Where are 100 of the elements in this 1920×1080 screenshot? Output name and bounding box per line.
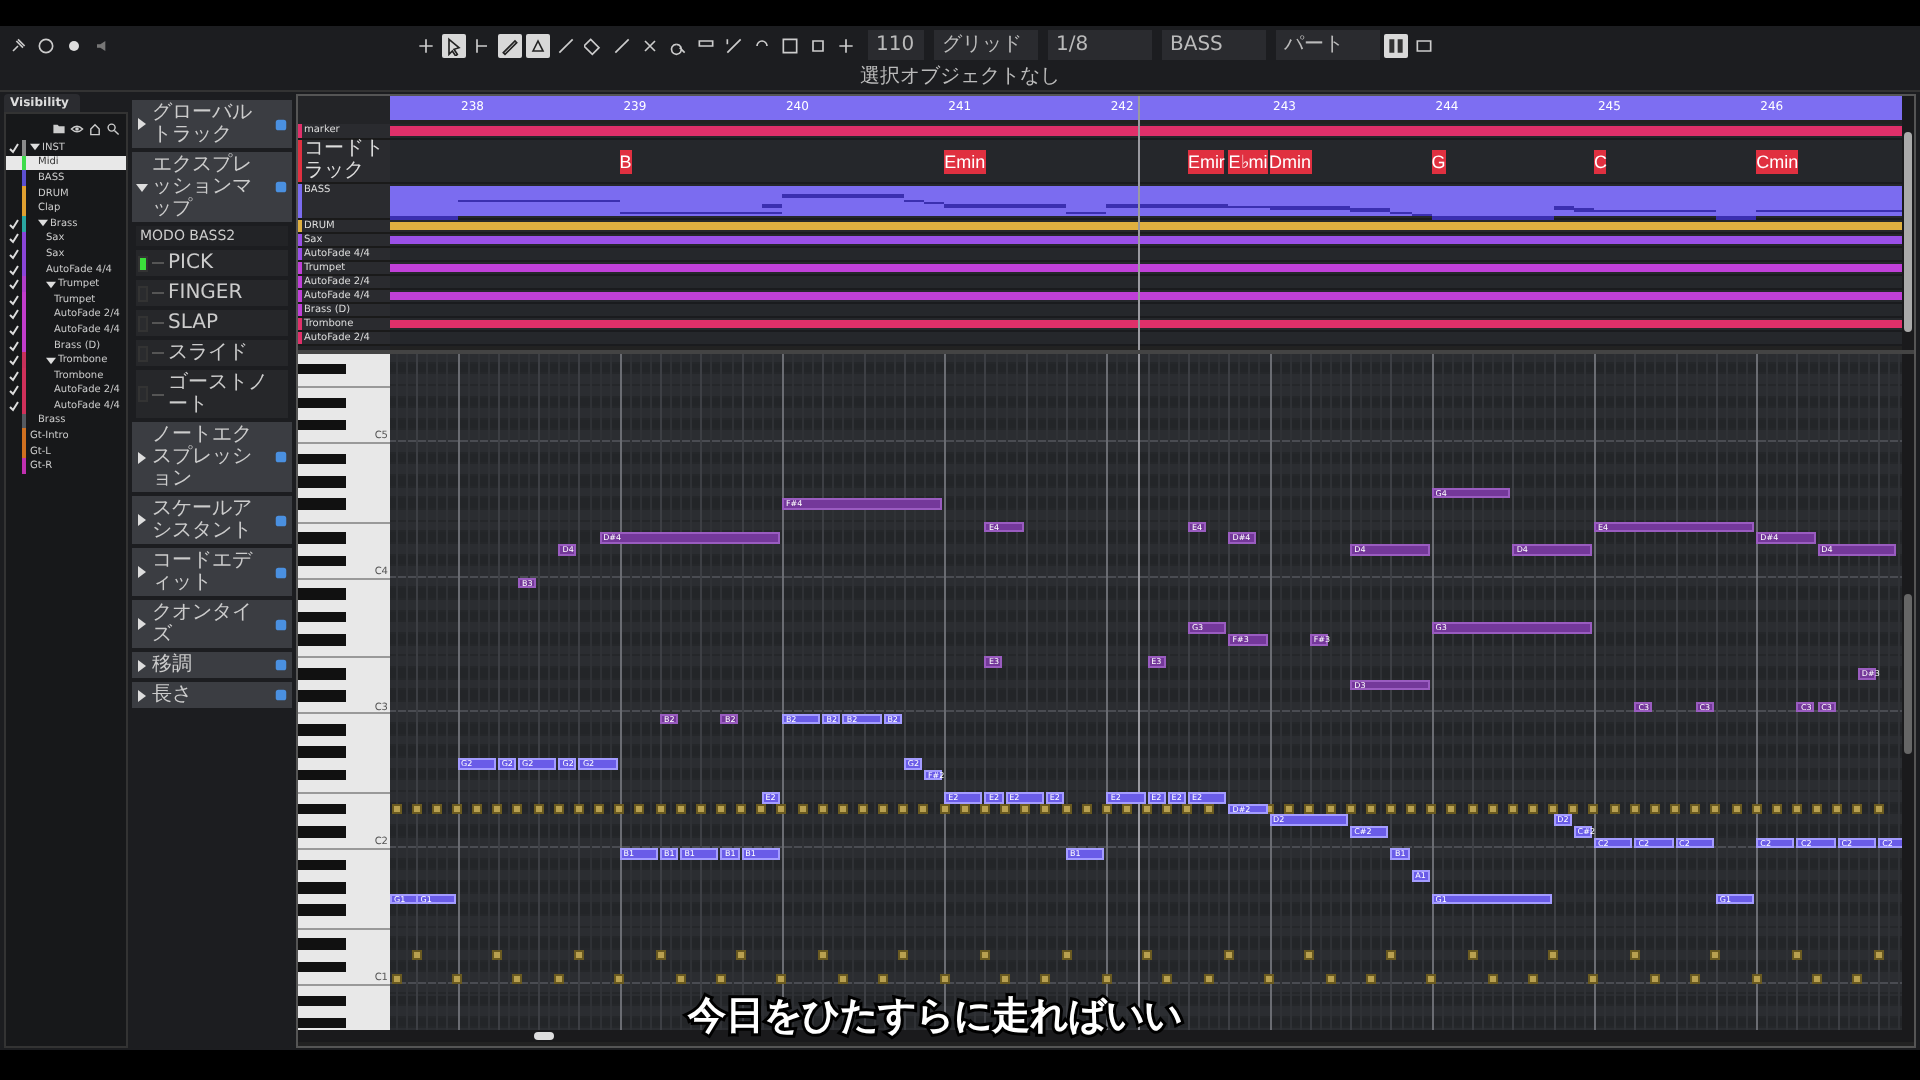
drum-hit[interactable] bbox=[675, 973, 686, 984]
piano-key[interactable] bbox=[298, 588, 346, 601]
expand-triangle-icon[interactable] bbox=[46, 355, 56, 366]
drum-hit[interactable] bbox=[1710, 950, 1721, 961]
inspector-section-header[interactable]: 長さ bbox=[132, 682, 292, 708]
inspector-section-header[interactable]: ノートエクスプレッション bbox=[132, 422, 292, 492]
articulation-row[interactable]: FINGER bbox=[136, 280, 288, 306]
search-icon[interactable] bbox=[106, 122, 120, 136]
tool-icon[interactable] bbox=[834, 33, 858, 57]
inspector-section-header[interactable]: エクスプレッションマップ bbox=[132, 152, 292, 222]
check-mark-icon[interactable] bbox=[8, 339, 20, 352]
drum-hit[interactable] bbox=[1223, 950, 1234, 961]
drum-hit[interactable] bbox=[1325, 973, 1335, 984]
check-mark-icon[interactable] bbox=[8, 247, 20, 260]
drum-hit[interactable] bbox=[1791, 950, 1802, 961]
quantize-dropdown[interactable]: 1/8 bbox=[1048, 30, 1152, 60]
drum-hit[interactable] bbox=[1101, 973, 1112, 984]
tool-icon[interactable] bbox=[526, 33, 550, 57]
piano-key[interactable] bbox=[298, 825, 346, 837]
check-mark-icon[interactable] bbox=[8, 278, 20, 291]
grid-type-dropdown[interactable]: グリッド bbox=[934, 30, 1038, 60]
drum-hit[interactable] bbox=[614, 973, 625, 984]
check-mark-icon[interactable] bbox=[8, 354, 20, 367]
drum-hit[interactable] bbox=[715, 973, 726, 984]
drum-hit[interactable] bbox=[1548, 950, 1559, 961]
tool-icon[interactable] bbox=[414, 33, 438, 57]
check-mark-icon[interactable] bbox=[8, 141, 20, 154]
eye-icon[interactable] bbox=[70, 122, 84, 136]
drum-hit[interactable] bbox=[391, 973, 402, 984]
inspector-section-header[interactable]: グローバルトラック bbox=[132, 100, 292, 148]
check-mark-icon[interactable] bbox=[8, 217, 20, 230]
piano-key[interactable] bbox=[298, 995, 346, 1007]
check-mark-icon[interactable] bbox=[8, 323, 20, 336]
drum-hit[interactable] bbox=[1751, 973, 1762, 984]
drum-hit[interactable] bbox=[573, 950, 584, 961]
drum-hit[interactable] bbox=[1487, 973, 1498, 984]
drum-hit[interactable] bbox=[1629, 950, 1640, 961]
piano-key[interactable] bbox=[298, 453, 346, 465]
piano-key[interactable] bbox=[298, 961, 346, 973]
inspector-section-header[interactable]: クオンタイズ bbox=[132, 600, 292, 648]
chord-event[interactable]: Dmin bbox=[1269, 150, 1312, 174]
drum-hit[interactable] bbox=[553, 973, 564, 984]
tool-icon[interactable] bbox=[722, 33, 746, 57]
drum-hit[interactable] bbox=[898, 950, 909, 961]
drum-hit[interactable] bbox=[1365, 973, 1376, 984]
chord-event[interactable]: B bbox=[619, 150, 632, 174]
expand-triangle-icon[interactable] bbox=[30, 142, 40, 153]
drum-hit[interactable] bbox=[655, 950, 666, 961]
nudge-field[interactable]: 110 bbox=[868, 30, 924, 60]
drum-hit[interactable] bbox=[817, 950, 828, 961]
inspector-section-header[interactable]: 移調 bbox=[132, 652, 292, 678]
track-dropdown[interactable]: BASS bbox=[1162, 30, 1266, 60]
drum-hit[interactable] bbox=[979, 950, 990, 961]
drum-hit[interactable] bbox=[1040, 973, 1051, 984]
piano-key[interactable] bbox=[298, 363, 346, 375]
tool-icon[interactable] bbox=[778, 33, 802, 57]
check-mark-icon[interactable] bbox=[8, 384, 20, 397]
drum-hit[interactable] bbox=[939, 973, 950, 984]
drum-hit[interactable] bbox=[736, 950, 747, 961]
drum-hit[interactable] bbox=[1000, 973, 1011, 984]
home-icon[interactable] bbox=[88, 122, 102, 136]
scroll-thumb[interactable] bbox=[1904, 132, 1912, 332]
drum-hit[interactable] bbox=[1467, 950, 1478, 961]
piano-key[interactable] bbox=[298, 803, 346, 815]
drum-hit[interactable] bbox=[1690, 973, 1701, 984]
check-mark-icon[interactable] bbox=[8, 308, 20, 321]
drum-hit[interactable] bbox=[837, 973, 848, 984]
drum-hit[interactable] bbox=[1588, 973, 1599, 984]
scroll-thumb[interactable] bbox=[534, 1032, 554, 1040]
inspector-section-header[interactable]: コードエディット bbox=[132, 548, 292, 596]
articulation-row[interactable]: PICK bbox=[136, 250, 288, 276]
drum-hit[interactable] bbox=[1061, 950, 1072, 961]
chord-event[interactable]: G bbox=[1431, 150, 1446, 174]
drum-hit[interactable] bbox=[878, 973, 889, 984]
tool-icon[interactable] bbox=[498, 33, 522, 57]
piano-key[interactable] bbox=[298, 769, 346, 781]
tool-icon[interactable] bbox=[554, 33, 578, 57]
drum-hit[interactable] bbox=[452, 973, 463, 984]
drum-hit[interactable] bbox=[492, 950, 503, 961]
chord-event[interactable]: Emin bbox=[944, 150, 986, 174]
check-mark-icon[interactable] bbox=[8, 293, 20, 306]
piano-key[interactable] bbox=[298, 611, 346, 623]
articulation-row[interactable]: SLAP bbox=[136, 310, 288, 336]
scroll-thumb[interactable] bbox=[1904, 594, 1912, 754]
tool-icon[interactable] bbox=[582, 33, 606, 57]
drum-hit[interactable] bbox=[1649, 973, 1660, 984]
check-mark-icon[interactable] bbox=[8, 369, 20, 382]
piano-key[interactable] bbox=[298, 746, 346, 759]
drum-hit[interactable] bbox=[1812, 973, 1823, 984]
drum-hit[interactable] bbox=[776, 973, 787, 984]
chord-event[interactable]: C bbox=[1593, 150, 1607, 174]
inspector-section-header[interactable]: スケールアシスタント bbox=[132, 496, 292, 544]
piano-key[interactable] bbox=[298, 667, 346, 680]
drum-hit[interactable] bbox=[1304, 950, 1315, 961]
panel-icon[interactable] bbox=[1384, 33, 1408, 57]
drum-hit[interactable] bbox=[1162, 973, 1173, 984]
drum-hit[interactable] bbox=[1385, 950, 1396, 961]
check-mark-icon[interactable] bbox=[8, 399, 20, 412]
tool-icon[interactable] bbox=[442, 33, 466, 57]
folder-icon[interactable] bbox=[52, 122, 66, 136]
